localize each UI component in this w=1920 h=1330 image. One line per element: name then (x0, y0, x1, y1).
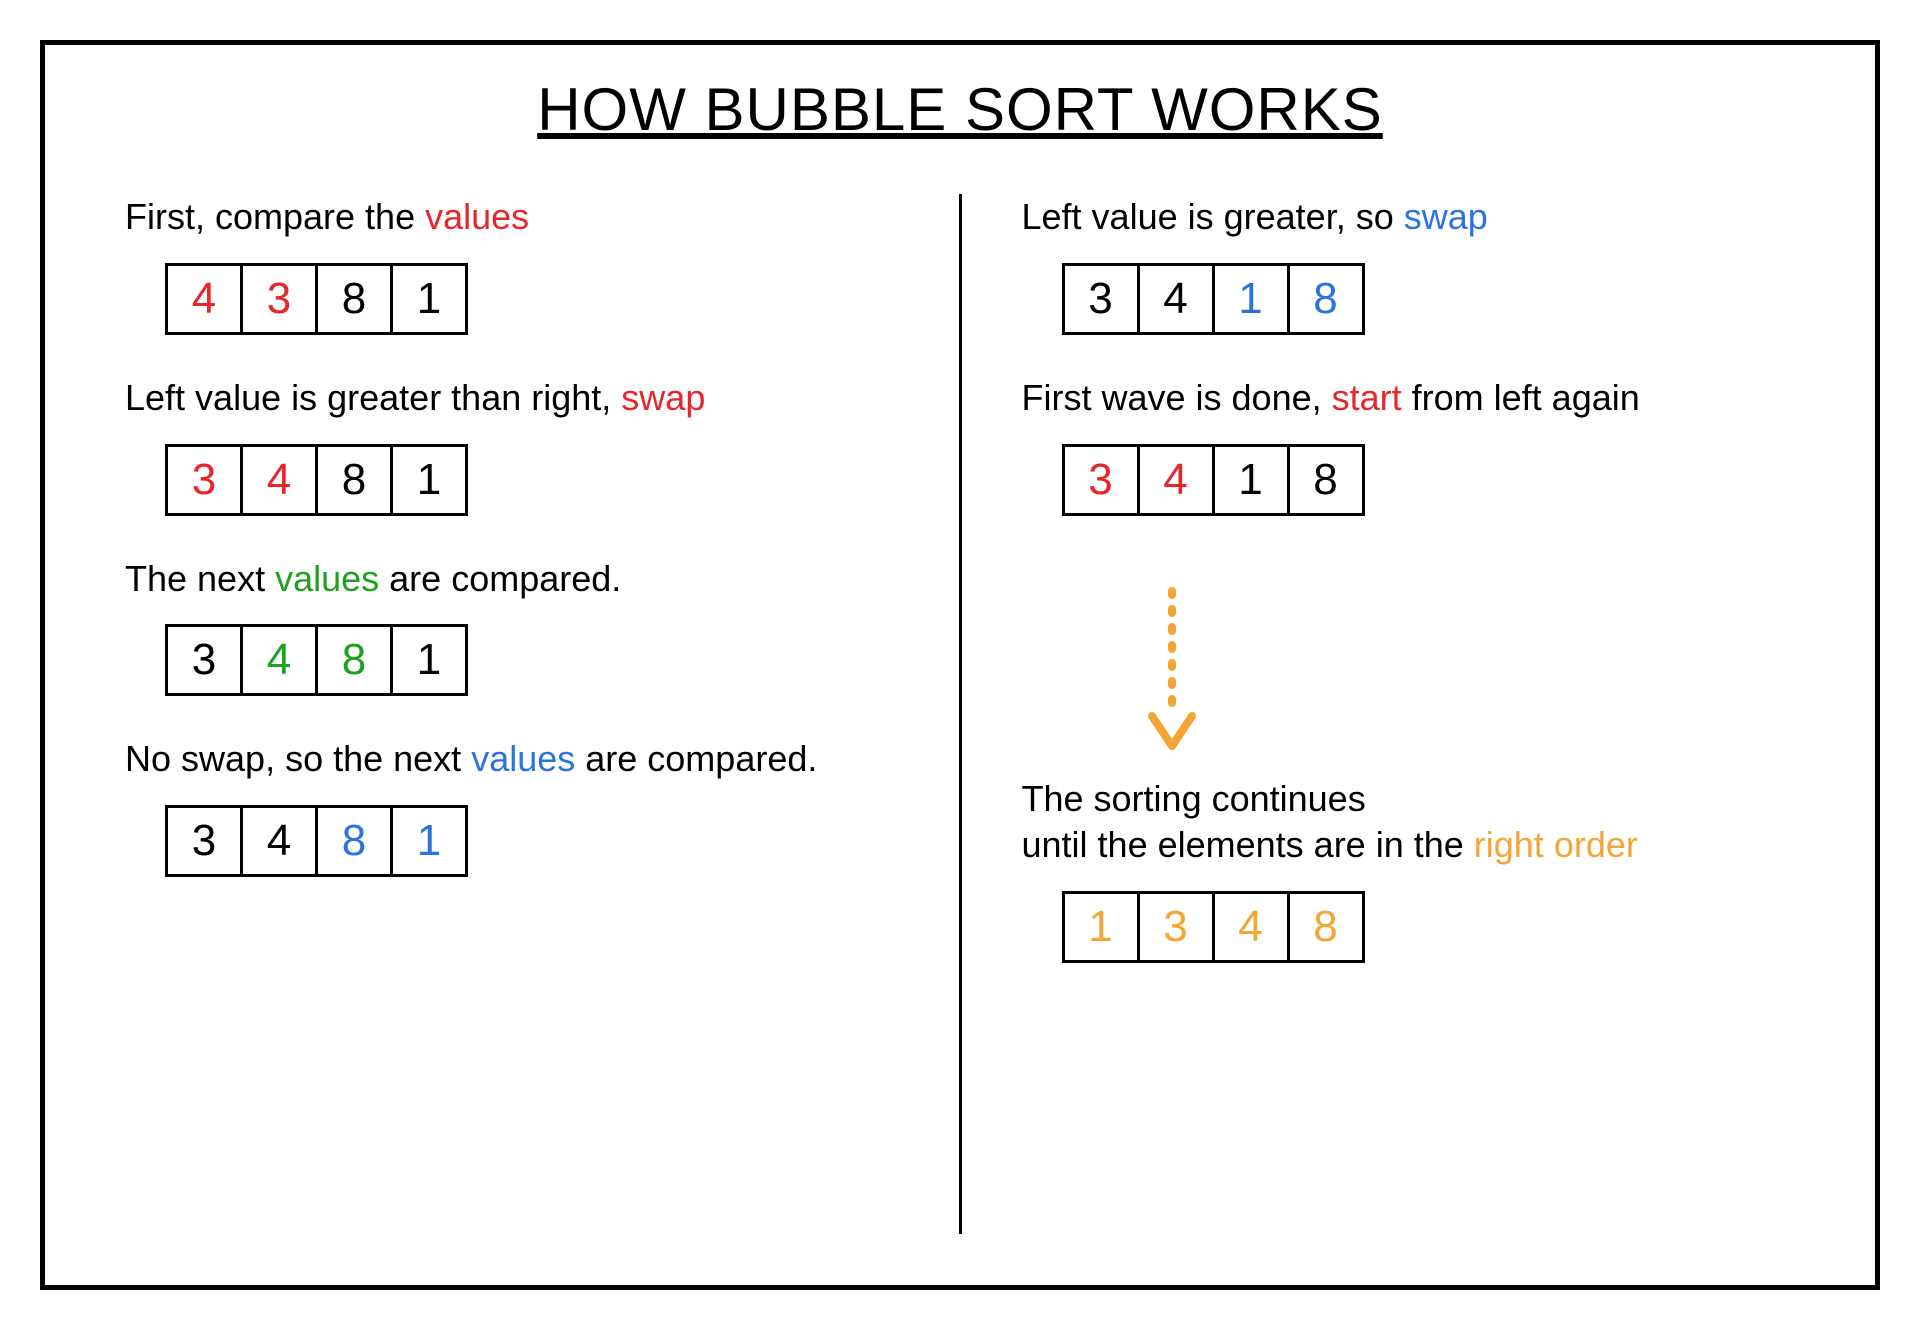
array-cell: 4 (240, 624, 318, 696)
array-cell: 8 (315, 444, 393, 516)
step: Left value is greater than right, swap 34… (125, 375, 899, 516)
step-caption: Left value is greater, so swap (1022, 194, 1796, 241)
array-cell: 4 (1137, 263, 1215, 335)
step-caption: The next values are compared. (125, 556, 899, 603)
caption-span: First, compare the (125, 196, 425, 237)
array-cell: 8 (315, 805, 393, 877)
caption-span: The sorting continuesuntil the elements … (1022, 778, 1474, 866)
array-row: 3481 (165, 444, 899, 516)
step: The sorting continuesuntil the elements … (1022, 776, 1796, 964)
array-row: 3418 (1062, 444, 1796, 516)
array-cell: 3 (240, 263, 318, 335)
array-cell: 8 (315, 263, 393, 335)
step: First, compare the values 4381 (125, 194, 899, 335)
array-cell: 1 (390, 805, 468, 877)
caption-span: First wave is done, (1022, 377, 1332, 418)
caption-span: swap (1404, 196, 1488, 237)
step: Left value is greater, so swap 3418 (1022, 194, 1796, 335)
array-row: 3481 (165, 805, 899, 877)
array-cell: 4 (165, 263, 243, 335)
array-cell: 8 (315, 624, 393, 696)
array-cell: 3 (165, 805, 243, 877)
array-cell: 1 (1062, 891, 1140, 963)
array-cell: 1 (1212, 444, 1290, 516)
step: First wave is done, start from left agai… (1022, 375, 1796, 516)
step-caption: Left value is greater than right, swap (125, 375, 899, 422)
array-cell: 8 (1287, 891, 1365, 963)
columns: First, compare the values4381Left value … (95, 194, 1825, 1234)
array-cell: 3 (165, 624, 243, 696)
array-row: 4381 (165, 263, 899, 335)
caption-span: values (425, 196, 529, 237)
caption-span: values (471, 738, 575, 779)
step-caption: First, compare the values (125, 194, 899, 241)
caption-span: The next (125, 558, 275, 599)
caption-span: swap (621, 377, 705, 418)
step: No swap, so the next values are compared… (125, 736, 899, 877)
caption-span: from left again (1402, 377, 1640, 418)
array-cell: 1 (390, 444, 468, 516)
array-cell: 3 (1062, 263, 1140, 335)
array-cell: 3 (1062, 444, 1140, 516)
caption-span: are compared. (575, 738, 817, 779)
left-column: First, compare the values4381Left value … (95, 194, 959, 1234)
array-row: 3481 (165, 624, 899, 696)
step-caption: No swap, so the next values are compared… (125, 736, 899, 783)
diagram-title: HOW BUBBLE SORT WORKS (95, 75, 1825, 144)
caption-span: values (275, 558, 379, 599)
array-cell: 8 (1287, 444, 1365, 516)
step-caption: First wave is done, start from left agai… (1022, 375, 1796, 422)
array-row: 1348 (1062, 891, 1796, 963)
diagram-frame: HOW BUBBLE SORT WORKS First, compare the… (40, 40, 1880, 1290)
continue-arrow-icon (1142, 586, 1796, 756)
array-cell: 4 (1137, 444, 1215, 516)
caption-span: right order (1474, 824, 1638, 865)
array-cell: 4 (1212, 891, 1290, 963)
array-cell: 3 (165, 444, 243, 516)
array-cell: 8 (1287, 263, 1365, 335)
array-cell: 4 (240, 805, 318, 877)
step-caption: The sorting continuesuntil the elements … (1022, 776, 1796, 870)
array-cell: 1 (390, 263, 468, 335)
array-cell: 1 (1212, 263, 1290, 335)
caption-span: Left value is greater, so (1022, 196, 1404, 237)
caption-span: are compared. (379, 558, 621, 599)
array-cell: 4 (240, 444, 318, 516)
caption-span: start (1332, 377, 1402, 418)
caption-span: Left value is greater than right, (125, 377, 621, 418)
array-cell: 3 (1137, 891, 1215, 963)
array-cell: 1 (390, 624, 468, 696)
caption-span: No swap, so the next (125, 738, 471, 779)
step: The next values are compared. 3481 (125, 556, 899, 697)
right-column: Left value is greater, so swap3418First … (959, 194, 1826, 1234)
array-row: 3418 (1062, 263, 1796, 335)
